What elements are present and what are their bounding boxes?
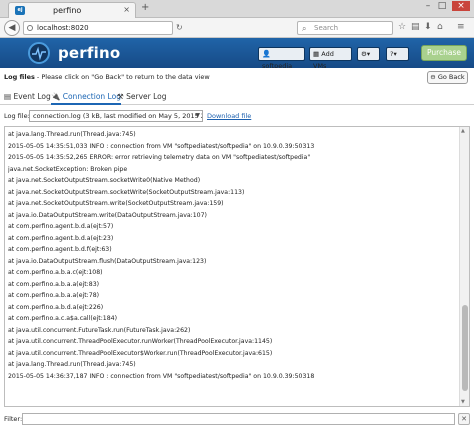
minimize-icon[interactable]: –: [422, 1, 434, 11]
log-line: at com.perfino.a.c.a$a.call(ejt:184): [8, 315, 118, 322]
subheader-title: Log files: [4, 73, 35, 81]
scroll-down-icon[interactable]: ▼: [461, 399, 465, 405]
subheader: Log files - Please click on "Go Back" to…: [0, 68, 474, 86]
event-log-icon: ▤: [4, 92, 12, 101]
log-line: at com.perfino.a.b.a.c(ejt:108): [8, 269, 103, 276]
app-name: perfino: [58, 44, 121, 62]
new-tab-icon[interactable]: +: [141, 3, 149, 13]
add-vms-button[interactable]: ▦ Add VMs: [309, 47, 352, 70]
server-log-icon: ⚒: [117, 92, 124, 101]
url-text: localhost:8020: [37, 24, 89, 32]
back-arrow-icon[interactable]: ◀: [4, 20, 20, 36]
back-icon: ⊖: [430, 73, 436, 81]
tab-label: Event Log: [13, 92, 51, 101]
log-tabs: ▤ Event Log 🔌 Connection Log ⚒ Server Lo…: [0, 88, 474, 105]
tab-label: Server Log: [126, 92, 167, 101]
log-line: at com.perfino.agent.b.d.a(ejt:23): [8, 234, 114, 242]
url-bar[interactable]: localhost:8020: [23, 21, 173, 35]
log-line: at com.perfino.agent.b.d.f(ejt:63): [8, 246, 112, 253]
help-button[interactable]: ?▾: [386, 47, 409, 61]
search-placeholder: Search: [314, 24, 339, 32]
log-line: at java.util.concurrent.FutureTask.run(F…: [8, 326, 191, 334]
go-back-button[interactable]: ⊖ Go Back: [427, 71, 468, 84]
log-line: at com.perfino.a.b.d.a(ejt:226): [8, 303, 104, 311]
vertical-scrollbar[interactable]: ▲ ▼: [459, 127, 469, 406]
log-line: at com.perfino.a.b.a.a(ejt:83): [8, 280, 100, 288]
log-line: at java.io.DataOutputStream.flush(DataOu…: [8, 257, 207, 265]
app-header: perfino 👤 softpedia ▦ Add VMs ⚙▾ ?▾ Purc…: [0, 38, 474, 70]
download-file-link[interactable]: Download file: [207, 112, 251, 120]
maximize-icon[interactable]: □: [436, 1, 448, 11]
log-line: at java.lang.Thread.run(Thread.java:745): [8, 361, 136, 368]
perfino-logo-icon: [28, 42, 50, 64]
reading-list-icon[interactable]: ▤: [411, 22, 420, 32]
log-line: at com.perfino.a.b.a.a(ejt:78): [8, 292, 100, 299]
gear-icon: ⚙▾: [361, 50, 371, 58]
chevron-down-icon: ▼: [195, 112, 200, 119]
logfile-row: Log file: connection.log (3 kB, last mod…: [0, 108, 474, 124]
reload-icon[interactable]: ↻: [176, 23, 183, 32]
logfile-label: Log file:: [4, 112, 30, 120]
search-icon: ⌕: [302, 24, 307, 33]
tab-title: perfino: [53, 6, 82, 15]
log-line: at java.lang.Thread.run(Thread.java:745): [8, 131, 136, 138]
go-back-label: Go Back: [437, 73, 465, 81]
filter-row: Filter: ✕: [0, 410, 474, 428]
favicon-icon: ej: [15, 6, 25, 15]
browser-titlebar: ej perfino × + – □ ×: [0, 0, 474, 18]
subheader-text: Log files - Please click on "Go Back" to…: [4, 73, 210, 81]
purchase-button[interactable]: Purchase: [421, 45, 467, 61]
close-tab-icon[interactable]: ×: [123, 5, 130, 14]
log-line: at java.util.concurrent.ThreadPoolExecut…: [8, 338, 273, 345]
user-icon: 👤: [262, 50, 271, 58]
tab-event-log[interactable]: ▤ Event Log: [4, 91, 51, 105]
tab-label: Connection Log: [62, 92, 121, 101]
settings-button[interactable]: ⚙▾: [357, 47, 380, 61]
log-line: at java.util.concurrent.ThreadPoolExecut…: [8, 349, 273, 357]
clear-filter-button[interactable]: ✕: [458, 413, 470, 425]
scroll-up-icon[interactable]: ▲: [461, 128, 465, 134]
search-bar[interactable]: ⌕ Search: [297, 21, 393, 35]
logfile-selected-value: connection.log (3 kB, last modified on M…: [33, 112, 202, 120]
user-menu-button[interactable]: 👤 softpedia: [258, 47, 305, 70]
log-line: at com.perfino.agent.b.d.a(ejt:57): [8, 223, 114, 230]
scrollbar-thumb[interactable]: [462, 305, 468, 391]
subheader-message: - Please click on "Go Back" to return to…: [34, 73, 210, 81]
log-line: at java.net.SocketOutputStream.socketWri…: [8, 177, 201, 184]
info-icon: [27, 25, 33, 31]
log-line: 2015-05-05 14:35:51,033 INFO : connectio…: [8, 142, 315, 150]
download-icon[interactable]: ⬇: [424, 22, 432, 32]
star-icon[interactable]: ☆: [398, 22, 406, 32]
add-vms-icon: ▦: [313, 50, 320, 58]
menu-icon[interactable]: ≡: [457, 22, 465, 32]
log-line: at java.net.SocketOutputStream.socketWri…: [8, 188, 245, 196]
home-icon[interactable]: ⌂: [437, 22, 443, 32]
tab-server-log[interactable]: ⚒ Server Log: [117, 91, 167, 105]
logfile-select[interactable]: connection.log (3 kB, last modified on M…: [29, 110, 203, 122]
log-line: 2015-05-05 14:35:52,265 ERROR: error ret…: [8, 154, 311, 161]
log-line: at java.io.DataOutputStream.write(DataOu…: [8, 211, 207, 219]
filter-label: Filter:: [4, 415, 23, 423]
log-line: at java.net.SocketOutputStream.write(Soc…: [8, 200, 224, 207]
log-line: java.net.SocketException: Broken pipe: [8, 165, 128, 173]
browser-navbar: ◀ localhost:8020 ↻ ⌕ Search ☆ ▤ ⬇ ⌂ ≡: [0, 18, 474, 38]
log-content[interactable]: at java.lang.Thread.run(Thread.java:745)…: [4, 126, 470, 407]
filter-input[interactable]: [22, 413, 455, 425]
log-lines: at java.lang.Thread.run(Thread.java:745)…: [8, 129, 456, 382]
plug-icon: 🔌: [51, 92, 61, 101]
log-line: 2015-05-05 14:36:37,187 INFO : connectio…: [8, 372, 315, 380]
browser-tab[interactable]: ej perfino ×: [8, 2, 136, 18]
help-icon: ?▾: [390, 50, 397, 58]
window-close-icon[interactable]: ×: [452, 1, 470, 11]
tab-connection-log[interactable]: 🔌 Connection Log: [51, 91, 121, 105]
